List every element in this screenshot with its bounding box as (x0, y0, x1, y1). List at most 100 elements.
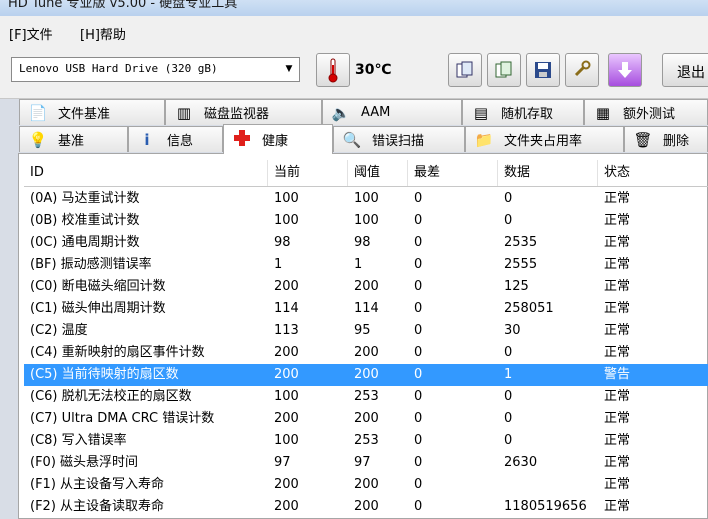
cell-worst: 0 (414, 257, 423, 272)
cell-status: 正常 (604, 301, 631, 316)
cell-worst: 0 (414, 411, 423, 426)
cell-threshold: 200 (354, 279, 379, 294)
table-row[interactable]: (C6) 脱机无法校正的扇区数 100 253 0 0 正常 (24, 386, 708, 408)
cell-threshold: 200 (354, 477, 379, 492)
cell-id: (C6) 脱机无法校正的扇区数 (30, 389, 192, 404)
tab-random-access[interactable]: ▤ 随机存取 (462, 99, 584, 125)
cell-threshold: 253 (354, 389, 379, 404)
table-row[interactable]: (F1) 从主设备写入寿命 200 200 0 正常 (24, 474, 708, 496)
cell-id: (C8) 写入错误率 (30, 433, 127, 448)
table-row[interactable]: (C4) 重新映射的扇区事件计数 200 200 0 0 正常 (24, 342, 708, 364)
cell-current: 113 (274, 323, 299, 338)
exit-button[interactable]: 退出 (662, 53, 708, 87)
save-button[interactable] (526, 53, 560, 87)
cell-threshold: 100 (354, 213, 379, 228)
cell-status: 正常 (604, 213, 631, 228)
tab-aam[interactable]: 🔈 AAM (322, 99, 462, 125)
table-row[interactable]: (C7) Ultra DMA CRC 错误计数 200 200 0 0 正常 (24, 408, 708, 430)
cell-id: (C0) 断电磁头缩回计数 (30, 279, 166, 294)
cell-id: (C4) 重新映射的扇区事件计数 (30, 345, 205, 360)
cell-current: 200 (274, 367, 299, 382)
table-row[interactable]: (C1) 磁头伸出周期计数 114 114 0 258051 正常 (24, 298, 708, 320)
cell-worst: 0 (414, 433, 423, 448)
window-title: HD Tune 专业版 v5.00 - 硬盘专业工具 (8, 0, 238, 11)
column-header-worst[interactable]: 最差 (408, 160, 498, 186)
file-benchmark-icon: 📄 (28, 103, 48, 122)
cell-data (498, 474, 504, 496)
table-row[interactable]: (0A) 马达重试计数 100 100 0 0 正常 (24, 188, 708, 210)
column-header-id[interactable]: ID (24, 160, 268, 186)
cell-status: 正常 (604, 411, 631, 426)
cell-worst: 0 (414, 345, 423, 360)
cell-data: 1 (504, 367, 513, 382)
cell-data: 0 (504, 433, 513, 448)
download-button[interactable] (608, 53, 642, 87)
table-row[interactable]: (F2) 从主设备读取寿命 200 200 0 1180519656 正常 (24, 496, 708, 518)
cell-worst: 0 (414, 279, 423, 294)
table-row[interactable]: (0C) 通电周期计数 98 98 0 2535 正常 (24, 232, 708, 254)
cell-data: 0 (504, 345, 513, 360)
cell-threshold: 114 (354, 301, 379, 316)
cell-current: 100 (274, 213, 299, 228)
column-header-status[interactable]: 状态 (598, 160, 708, 186)
trash-icon: 🗑 (633, 130, 653, 149)
copy-info-button[interactable] (448, 53, 482, 87)
cell-worst: 0 (414, 477, 423, 492)
cell-current: 98 (274, 235, 291, 250)
table-row[interactable]: (C2) 温度 113 95 0 30 正常 (24, 320, 708, 342)
table-header: ID 当前 阈值 最差 数据 状态 (24, 160, 708, 187)
chevron-down-icon[interactable]: ▼ (279, 58, 299, 81)
tab-info[interactable]: i 信息 (128, 126, 223, 152)
cell-id: (C1) 磁头伸出周期计数 (30, 301, 166, 316)
table-row[interactable]: (BF) 振动感测错误率 1 1 0 2555 正常 (24, 254, 708, 276)
tab-folder-usage[interactable]: 📁 文件夹占用率 (465, 126, 624, 152)
options-button[interactable] (565, 53, 599, 87)
cell-current: 200 (274, 345, 299, 360)
cell-current: 200 (274, 477, 299, 492)
column-header-current[interactable]: 当前 (268, 160, 348, 186)
cell-status: 正常 (604, 499, 631, 514)
tab-extra-tests[interactable]: ▦ 额外测试 (584, 99, 708, 125)
health-cross-icon (230, 129, 254, 151)
copy-all-icon (495, 61, 512, 78)
cell-threshold: 200 (354, 345, 379, 360)
cell-worst: 0 (414, 235, 423, 250)
cell-id: (C2) 温度 (30, 323, 88, 338)
cell-current: 114 (274, 301, 299, 316)
cell-status: 正常 (604, 389, 631, 404)
table-row[interactable]: (F0) 磁头悬浮时间 97 97 0 2630 正常 (24, 452, 708, 474)
table-row[interactable]: (C5) 当前待映射的扇区数 200 200 0 1 警告 (24, 364, 708, 386)
cell-current: 200 (274, 499, 299, 514)
magnifier-icon: 🔍 (342, 130, 362, 149)
tab-file-benchmark[interactable]: 📄 文件基准 (19, 99, 165, 125)
cell-current: 97 (274, 455, 291, 470)
drive-select[interactable]: Lenovo USB Hard Drive (320 gB) ▼ (11, 57, 300, 82)
cell-data: 2535 (504, 235, 538, 250)
tab-erase[interactable]: 🗑 删除 (624, 126, 708, 152)
cell-current: 100 (274, 191, 299, 206)
copy-all-button[interactable] (487, 53, 521, 87)
table-row[interactable]: (C8) 写入错误率 100 253 0 0 正常 (24, 430, 708, 452)
cell-threshold: 98 (354, 235, 371, 250)
cell-current: 200 (274, 411, 299, 426)
cell-data: 258051 (504, 301, 554, 316)
tab-error-scan[interactable]: 🔍 错误扫描 (333, 126, 465, 152)
table-row[interactable]: (C0) 断电磁头缩回计数 200 200 0 125 正常 (24, 276, 708, 298)
menu-file[interactable]: [F]文件 (9, 24, 53, 43)
column-header-threshold[interactable]: 阈值 (348, 160, 408, 186)
cell-worst: 0 (414, 499, 423, 514)
info-icon: i (144, 130, 150, 149)
tab-benchmark[interactable]: 💡 基准 (19, 126, 128, 152)
cell-status: 正常 (604, 191, 631, 206)
tab-disk-monitor[interactable]: ▥ 磁盘监视器 (165, 99, 322, 125)
speaker-icon: 🔈 (331, 103, 351, 122)
column-header-data[interactable]: 数据 (498, 160, 598, 186)
table-row[interactable]: (0B) 校准重试计数 100 100 0 0 正常 (24, 210, 708, 232)
cell-threshold: 200 (354, 499, 379, 514)
cell-id: (0B) 校准重试计数 (30, 213, 140, 228)
cell-worst: 0 (414, 191, 423, 206)
tab-health[interactable]: 健康 (223, 124, 333, 154)
floppy-disk-icon (535, 62, 551, 78)
menu-help[interactable]: [H]帮助 (80, 24, 126, 43)
cell-data: 0 (504, 389, 513, 404)
